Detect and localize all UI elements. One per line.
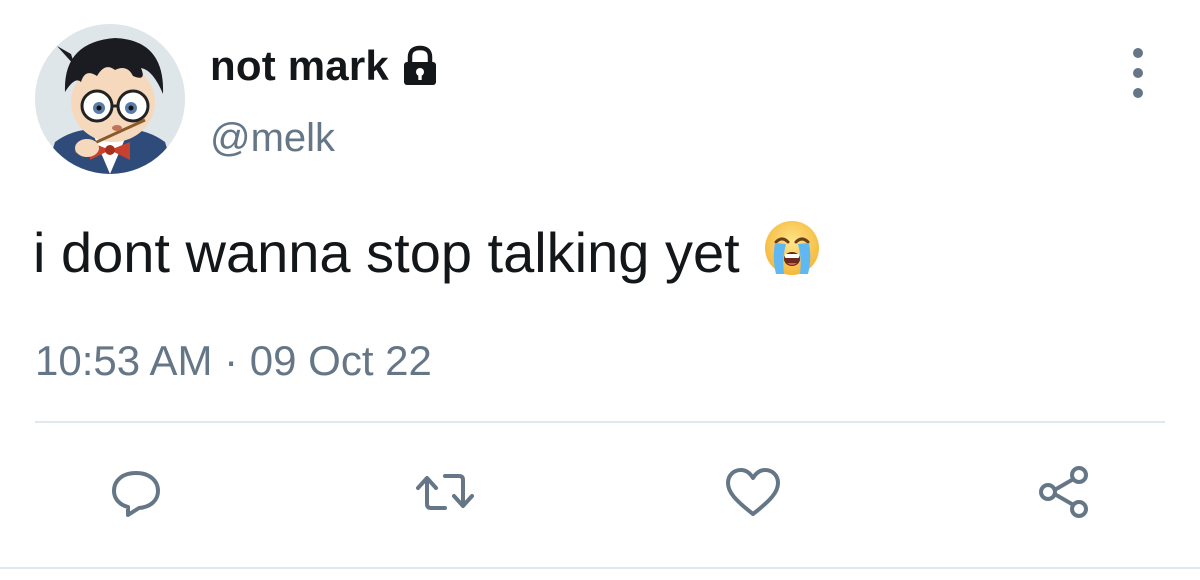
more-vertical-icon[interactable] [1118, 48, 1158, 98]
display-name[interactable]: not mark [210, 42, 389, 90]
lock-icon [399, 45, 441, 92]
retweet-icon [416, 474, 474, 510]
menu-dot [1133, 88, 1143, 98]
loudly-crying-face-icon [762, 218, 822, 291]
tweet-card: not mark @melk i dont wanna stop talking… [0, 0, 1200, 580]
divider [0, 567, 1200, 569]
heart-icon [726, 468, 780, 516]
tweet-text: i dont wanna stop talking yet [33, 221, 740, 284]
reply-icon [112, 471, 160, 517]
divider [35, 421, 1165, 423]
retweet-button[interactable] [413, 460, 477, 524]
like-button[interactable] [721, 460, 785, 524]
share-icon [1039, 466, 1088, 518]
menu-dot [1133, 48, 1143, 58]
avatar[interactable] [35, 24, 185, 174]
share-button[interactable] [1031, 460, 1095, 524]
tweet-timestamp[interactable]: 10:53 AM · 09 Oct 22 [35, 337, 432, 385]
tweet-text-row: i dont wanna stop talking yet [33, 214, 822, 291]
user-handle[interactable]: @melk [210, 116, 335, 161]
display-name-row: not mark [210, 38, 441, 94]
reply-button[interactable] [104, 460, 168, 524]
menu-dot [1133, 68, 1143, 78]
